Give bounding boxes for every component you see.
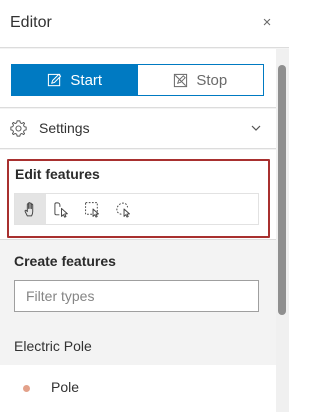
feature-group-header: Electric Pole [0,328,276,365]
pan-hand-tool[interactable] [15,194,46,224]
hand-icon [24,201,34,216]
settings-toggle[interactable]: Settings [0,109,276,149]
point-symbol-icon [23,385,30,392]
edit-features-heading: Edit features [15,166,100,182]
scrollbar-thumb[interactable] [278,65,286,315]
feature-template-label: Pole [51,379,80,395]
create-features-section: Create features [0,241,276,328]
panel-title: Editor [10,14,52,31]
workflow-section: Start Stop [0,49,276,108]
create-features-heading: Create features [14,253,116,269]
settings-label: Settings [39,120,90,136]
rectangle-select-tool[interactable] [77,194,108,224]
cursor-select-icon [54,201,68,218]
chevron-down-icon [251,125,261,131]
select-tool[interactable] [46,194,77,224]
start-label: Start [70,71,103,89]
pencil-square-icon [48,73,62,86]
editor-panel: Editor × Start Stop Settings Edit featur… [0,0,289,412]
feature-group-title: Electric Pole [14,338,92,354]
stop-button[interactable]: Stop [137,65,263,95]
vertical-scrollbar[interactable] [276,49,289,412]
close-button[interactable]: × [259,14,275,32]
feature-template-item[interactable]: Pole [0,365,276,412]
filter-types-input[interactable] [14,280,259,312]
rectangle-select-icon [85,201,99,218]
lasso-select-icon [116,202,130,218]
panel-header: Editor × [0,0,289,48]
start-stop-toggle: Start Stop [11,64,264,96]
edit-toolbar [14,193,259,225]
start-button[interactable]: Start [12,65,138,95]
stop-label: Stop [196,71,228,89]
stop-edit-icon [174,73,188,87]
edit-features-section: Edit features [0,150,276,240]
lasso-select-tool[interactable] [108,194,139,224]
gear-icon [10,120,27,137]
